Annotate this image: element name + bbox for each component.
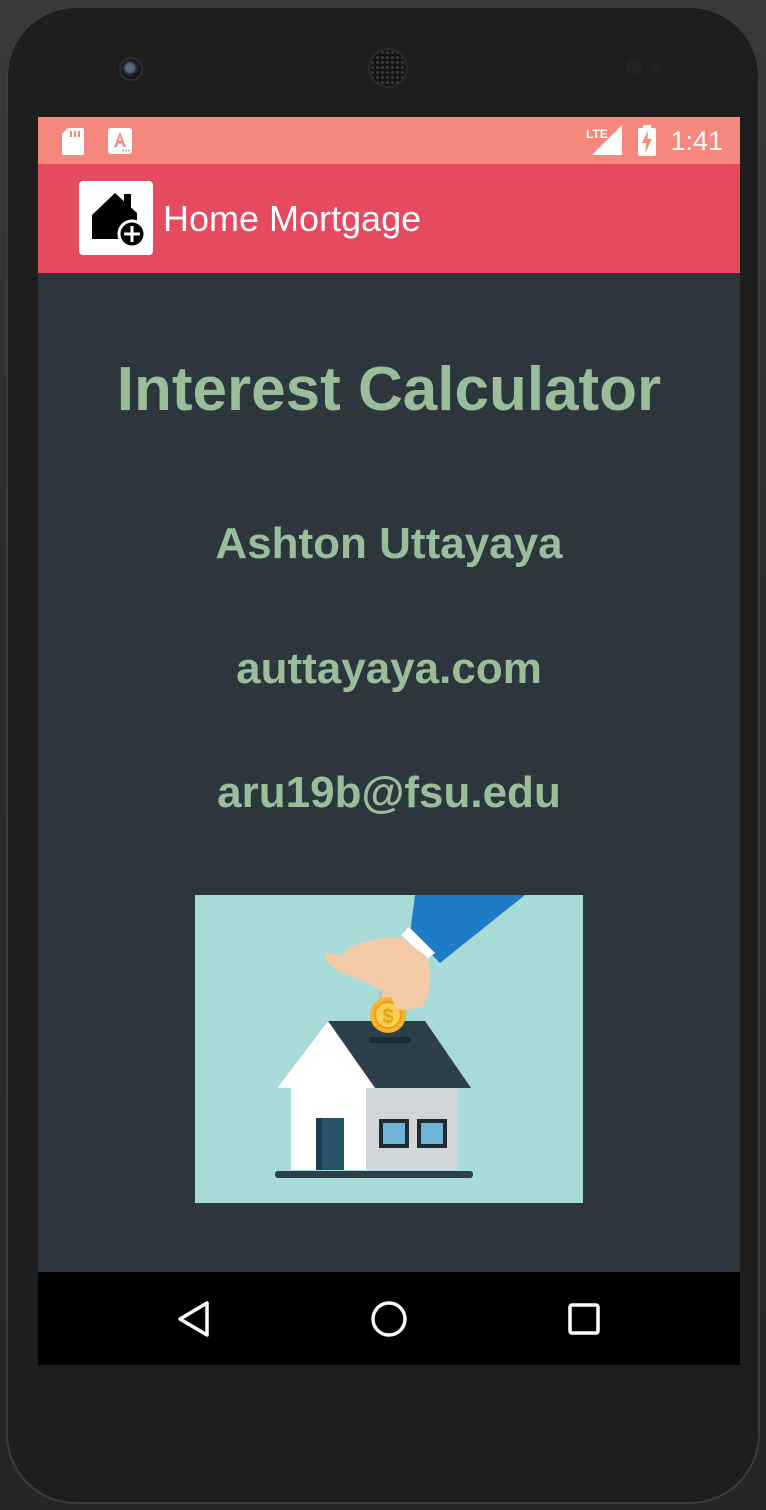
home-add-icon — [92, 193, 147, 249]
proximity-sensor — [626, 60, 642, 74]
sd-card-icon — [62, 128, 84, 155]
navigation-bar — [38, 1272, 740, 1365]
page-title: Interest Calculator — [116, 355, 662, 424]
battery-charging-icon — [638, 125, 656, 156]
coin-symbol: $ — [382, 1006, 393, 1028]
app-bar: Home Mortgage — [38, 164, 740, 273]
light-sensor — [652, 62, 662, 72]
svg-text:LTE: LTE — [586, 127, 608, 141]
earpiece-speaker — [370, 50, 406, 86]
house-coin-illustration: $ — [275, 895, 525, 1178]
house-piggy-bank-illustration: $ — [195, 895, 583, 1203]
app-notification-icon — [108, 128, 132, 154]
author-name: Ashton Uttayaya — [215, 519, 563, 568]
app-logo — [79, 181, 153, 255]
status-bar: LTE 1:41 — [38, 117, 740, 164]
status-time: 1:41 — [670, 126, 723, 156]
back-icon[interactable] — [173, 1297, 217, 1341]
home-icon[interactable] — [367, 1297, 411, 1341]
website-text: auttayaya.com — [236, 644, 542, 693]
email-text: aru19b@fsu.edu — [217, 768, 561, 817]
front-camera — [121, 59, 141, 79]
recents-icon[interactable] — [562, 1297, 606, 1341]
lte-signal-icon: LTE — [586, 125, 622, 155]
app-title: Home Mortgage — [163, 198, 422, 239]
screen: LTE 1:41 Home Mortgage Interest Calculat… — [38, 117, 740, 1365]
phone-device: LTE 1:41 Home Mortgage Interest Calculat… — [0, 0, 766, 1510]
